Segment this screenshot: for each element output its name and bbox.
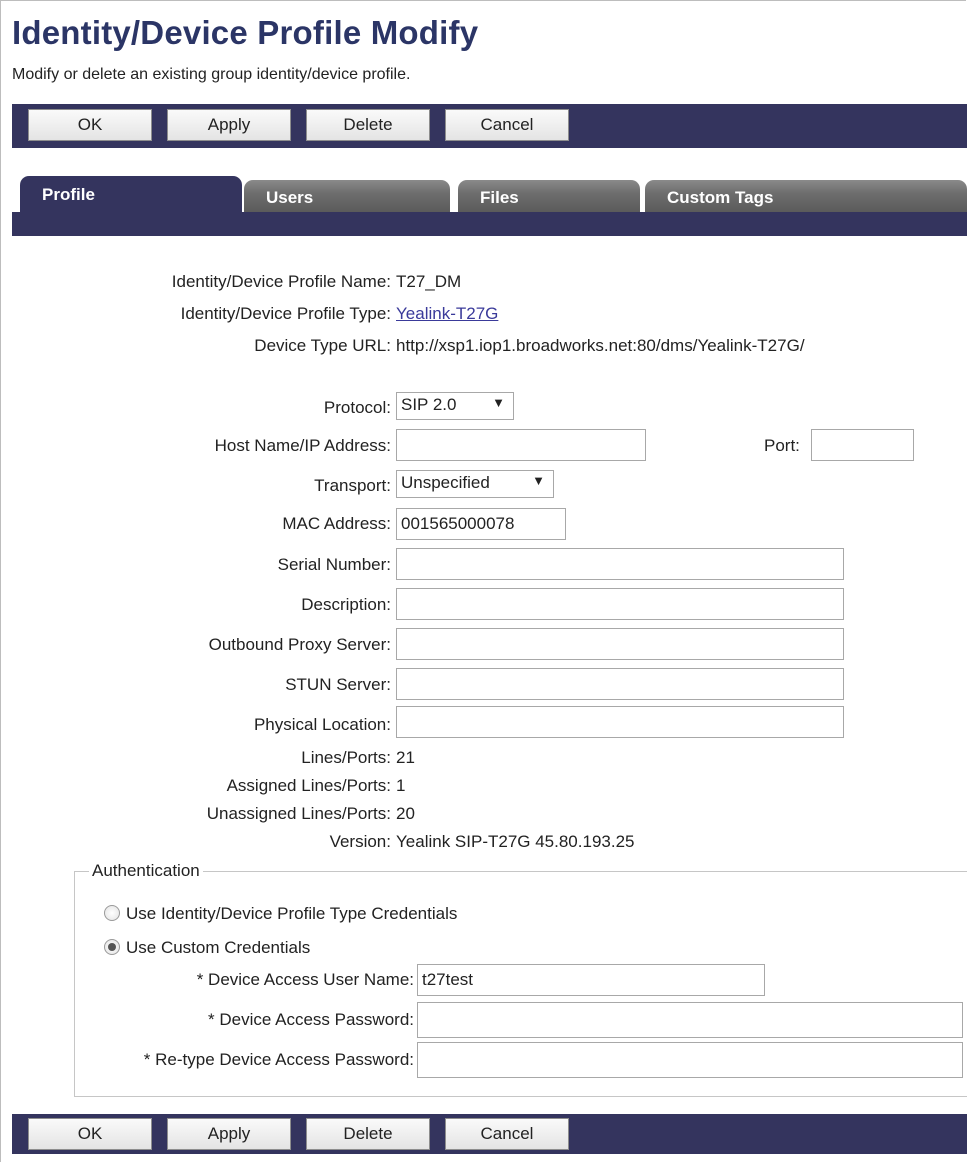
lines-label: Lines/Ports: [301, 748, 391, 767]
radio-type-credentials[interactable] [104, 905, 120, 921]
cancel-button[interactable]: Cancel [445, 109, 569, 141]
stun-input[interactable] [396, 668, 844, 700]
retype-password-label: * Re-type Device Access Password: [143, 1050, 414, 1069]
version-value: Yealink SIP-T27G 45.80.193.25 [396, 832, 635, 851]
apply-button[interactable]: Apply [167, 109, 291, 141]
delete-button[interactable]: Delete [306, 109, 430, 141]
radio-type-credentials-label: Use Identity/Device Profile Type Credent… [126, 904, 458, 923]
retype-password-input[interactable] [417, 1042, 963, 1078]
lines-value: 21 [396, 748, 415, 767]
radio-row-type-credentials[interactable]: Use Identity/Device Profile Type Credent… [104, 904, 457, 924]
page-title: Identity/Device Profile Modify [12, 14, 479, 51]
tab-custom-tags[interactable]: Custom Tags [645, 180, 967, 212]
assigned-value: 1 [396, 776, 406, 795]
description-input[interactable] [396, 588, 844, 620]
protocol-label: Protocol: [323, 398, 391, 417]
stun-label: STUN Server: [285, 675, 391, 694]
top-button-bar: OK Apply Delete Cancel [12, 104, 967, 148]
apply-button[interactable]: Apply [167, 1118, 291, 1150]
radio-row-custom-credentials[interactable]: Use Custom Credentials [104, 938, 310, 958]
ok-button[interactable]: OK [28, 109, 152, 141]
unassigned-value: 20 [396, 804, 415, 823]
tab-strip: Profile Users Files Custom Tags [12, 176, 967, 236]
protocol-selected-value: SIP 2.0 [401, 395, 457, 414]
radio-custom-credentials-label: Use Custom Credentials [126, 938, 311, 957]
transport-label: Transport: [314, 476, 391, 495]
proxy-input[interactable] [396, 628, 844, 660]
mac-input[interactable] [396, 508, 566, 540]
version-label: Version: [329, 832, 391, 851]
profile-type-link[interactable]: Yealink-T27G [396, 304, 498, 324]
host-input[interactable] [396, 429, 646, 461]
serial-label: Serial Number: [277, 555, 391, 574]
protocol-select[interactable]: SIP 2.0 ▼ [396, 392, 514, 420]
dropdown-arrow-icon: ▼ [532, 473, 545, 488]
location-label: Physical Location: [253, 715, 391, 734]
tab-profile[interactable]: Profile [20, 176, 242, 236]
cancel-button[interactable]: Cancel [445, 1118, 569, 1150]
port-input[interactable] [811, 429, 914, 461]
port-label: Port: [764, 436, 800, 455]
password-label: * Device Access Password: [208, 1010, 414, 1029]
ok-button[interactable]: OK [28, 1118, 152, 1150]
authentication-legend: Authentication [92, 861, 200, 880]
tab-files[interactable]: Files [458, 180, 640, 212]
username-input[interactable] [417, 964, 765, 996]
tab-users[interactable]: Users [244, 180, 450, 212]
username-label: * Device Access User Name: [196, 970, 414, 989]
proxy-label: Outbound Proxy Server: [208, 635, 391, 654]
transport-selected-value: Unspecified [401, 473, 490, 492]
delete-button[interactable]: Delete [306, 1118, 430, 1150]
location-input[interactable] [396, 706, 844, 738]
profile-name-label: Identity/Device Profile Name: [171, 272, 391, 291]
unassigned-label: Unassigned Lines/Ports: [206, 804, 391, 823]
mac-label: MAC Address: [282, 514, 391, 533]
description-label: Description: [301, 595, 391, 614]
device-type-url-label: Device Type URL: [254, 336, 391, 355]
transport-select[interactable]: Unspecified ▼ [396, 470, 554, 498]
assigned-label: Assigned Lines/Ports: [226, 776, 391, 795]
serial-input[interactable] [396, 548, 844, 580]
profile-name-value: T27_DM [396, 272, 462, 291]
dropdown-arrow-icon: ▼ [492, 395, 505, 410]
password-input[interactable] [417, 1002, 963, 1038]
host-label: Host Name/IP Address: [214, 436, 391, 455]
profile-type-label: Identity/Device Profile Type: [180, 304, 391, 323]
bottom-button-bar: OK Apply Delete Cancel [12, 1114, 967, 1154]
radio-custom-credentials[interactable] [104, 939, 120, 955]
page-subtitle: Modify or delete an existing group ident… [12, 66, 411, 83]
device-type-url-value: http://xsp1.iop1.broadworks.net:80/dms/Y… [396, 336, 805, 355]
